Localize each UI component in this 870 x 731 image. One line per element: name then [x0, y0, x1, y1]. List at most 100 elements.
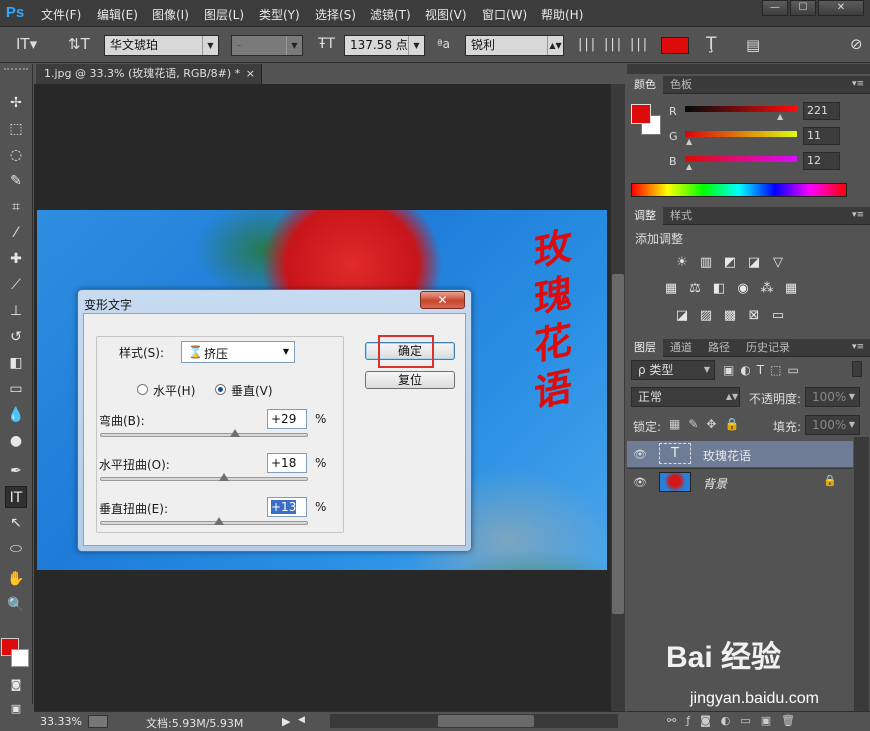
history-brush-icon[interactable]: ↺: [5, 326, 27, 348]
panel-menu-icon[interactable]: ▾≡: [852, 342, 864, 352]
panel-menu-icon[interactable]: ▾≡: [852, 210, 864, 220]
ellipse-tool-icon[interactable]: ⬭: [5, 538, 27, 560]
menu-view[interactable]: 视图(V): [425, 6, 467, 23]
tab-layers[interactable]: 图层: [627, 339, 663, 357]
toggle-orientation-icon[interactable]: ⇅T: [68, 35, 90, 53]
anti-alias-select[interactable]: 锐利 ▲▼: [465, 35, 564, 56]
filter-icons[interactable]: ▣◐T⬚▭: [723, 363, 805, 377]
eraser-tool-icon[interactable]: ◧: [5, 352, 27, 374]
minimize-button[interactable]: —: [762, 0, 788, 16]
font-style-select[interactable]: - ▼: [231, 35, 303, 56]
text-color-swatch[interactable]: [661, 37, 689, 54]
crop-tool-icon[interactable]: ⌗: [5, 196, 27, 218]
slider-handle[interactable]: [230, 429, 241, 437]
quick-select-icon[interactable]: ✎: [5, 170, 27, 192]
healing-brush-icon[interactable]: ✚: [5, 248, 27, 270]
lock-icons[interactable]: ▦✎✥🔒: [669, 417, 747, 431]
pen-tool-icon[interactable]: ✒: [5, 460, 27, 482]
align-right-icon[interactable]: |||: [630, 37, 649, 52]
menu-type[interactable]: 类型(Y): [259, 6, 300, 23]
menu-window[interactable]: 窗口(W): [482, 6, 527, 23]
warped-text-layer[interactable]: 玫 瑰 花 语: [527, 219, 579, 418]
close-tab-icon[interactable]: ×: [246, 64, 255, 84]
slider-handle[interactable]: [213, 517, 224, 525]
scroll-thumb[interactable]: [612, 274, 624, 614]
path-select-icon[interactable]: ↖: [5, 512, 27, 534]
lasso-tool-icon[interactable]: ◌: [5, 144, 27, 166]
layer-name[interactable]: 玫瑰花语: [703, 447, 751, 464]
selective-color-icon[interactable]: ⊠: [746, 308, 762, 324]
layer-filter-select[interactable]: ρ 类型 ▼: [631, 360, 715, 380]
cancel-icon[interactable]: ⊘: [850, 35, 863, 53]
vdist-slider[interactable]: [100, 517, 308, 525]
font-size-select[interactable]: 137.58 点 ▼: [344, 35, 425, 56]
maximize-button[interactable]: ☐: [790, 0, 816, 16]
window-close-button[interactable]: ✕: [818, 0, 864, 16]
vdist-input[interactable]: +13: [267, 497, 307, 517]
tab-styles[interactable]: 样式: [663, 207, 699, 225]
bend-slider[interactable]: [100, 429, 308, 437]
layer-row-text[interactable]: 👁 T 玫瑰花语: [627, 441, 853, 467]
screen-mode-icon[interactable]: ▣: [5, 698, 27, 720]
horizontal-radio[interactable]: [137, 384, 148, 395]
layer-row-background[interactable]: 👁 背景 🔒: [627, 469, 853, 495]
menu-image[interactable]: 图像(I): [152, 6, 189, 23]
vertical-scrollbar[interactable]: [610, 84, 625, 712]
background-color-swatch[interactable]: [11, 649, 29, 667]
threshold-icon[interactable]: ▩: [722, 308, 738, 324]
tab-swatches[interactable]: 色板: [663, 76, 699, 94]
zoom-level[interactable]: 33.33%: [40, 715, 82, 728]
vibrance-icon[interactable]: ▽: [770, 255, 786, 271]
black-white-icon[interactable]: ◧: [711, 281, 727, 297]
slider-handle[interactable]: ▲: [686, 162, 692, 171]
type-tool-icon[interactable]: IT: [5, 486, 27, 508]
g-input[interactable]: 11: [803, 127, 840, 145]
channel-mixer-icon[interactable]: ⁂: [759, 281, 775, 297]
status-arrow-icon[interactable]: ▶: [282, 715, 290, 728]
gradient-map-icon[interactable]: ▭: [770, 308, 786, 324]
slider-handle[interactable]: [218, 473, 229, 481]
status-icon[interactable]: [88, 715, 108, 728]
warp-text-icon[interactable]: Ţ: [706, 34, 716, 54]
color-balance-icon[interactable]: ⚖: [687, 281, 703, 297]
menu-help[interactable]: 帮助(H): [541, 6, 583, 23]
character-panel-icon[interactable]: ▤: [746, 36, 760, 54]
curves-icon[interactable]: ◩: [722, 255, 738, 271]
visibility-eye-icon[interactable]: 👁: [633, 476, 647, 489]
quick-mask-icon[interactable]: ◙: [5, 674, 27, 696]
panel-menu-icon[interactable]: ▾≡: [852, 79, 864, 89]
b-slider[interactable]: [685, 156, 797, 162]
layer-name[interactable]: 背景: [703, 475, 727, 492]
menu-edit[interactable]: 编辑(E): [97, 6, 138, 23]
layers-footer-icons[interactable]: ⚯ƒ◙◐▭▣🗑: [627, 711, 870, 731]
color-lookup-icon[interactable]: ▦: [783, 281, 799, 297]
g-slider[interactable]: [685, 131, 797, 137]
align-left-icon[interactable]: |||: [578, 37, 597, 52]
scroll-left-icon[interactable]: ◀: [298, 715, 305, 725]
opacity-input[interactable]: 100% ▼: [805, 387, 860, 407]
slider-handle[interactable]: ▲: [686, 137, 692, 146]
brightness-icon[interactable]: ☀: [674, 255, 690, 271]
menu-select[interactable]: 选择(S): [315, 6, 356, 23]
layers-scrollbar[interactable]: [854, 437, 869, 715]
tab-history[interactable]: 历史记录: [739, 339, 797, 357]
tab-channels[interactable]: 通道: [663, 339, 699, 357]
tab-color[interactable]: 颜色: [627, 76, 663, 94]
scroll-thumb[interactable]: [438, 715, 534, 727]
font-family-select[interactable]: 华文琥珀 ▼: [104, 35, 219, 56]
type-tool-preset-icon[interactable]: IT▾: [16, 35, 37, 53]
tab-paths[interactable]: 路径: [701, 339, 737, 357]
eyedropper-icon[interactable]: ⁄: [5, 222, 27, 244]
dialog-close-button[interactable]: ✕: [420, 291, 465, 309]
invert-icon[interactable]: ◪: [674, 308, 690, 324]
blend-mode-select[interactable]: 正常 ▲▼: [631, 387, 740, 407]
slider-handle[interactable]: ▲: [777, 112, 783, 121]
filter-toggle[interactable]: [852, 361, 862, 377]
hdist-input[interactable]: +18: [267, 453, 307, 473]
dodge-tool-icon[interactable]: ●: [5, 430, 27, 452]
hand-tool-icon[interactable]: ✋: [5, 568, 27, 590]
r-input[interactable]: 221: [803, 102, 840, 120]
brush-tool-icon[interactable]: ⟋: [5, 274, 27, 296]
exposure-icon[interactable]: ◪: [746, 255, 762, 271]
menu-layer[interactable]: 图层(L): [204, 6, 244, 23]
